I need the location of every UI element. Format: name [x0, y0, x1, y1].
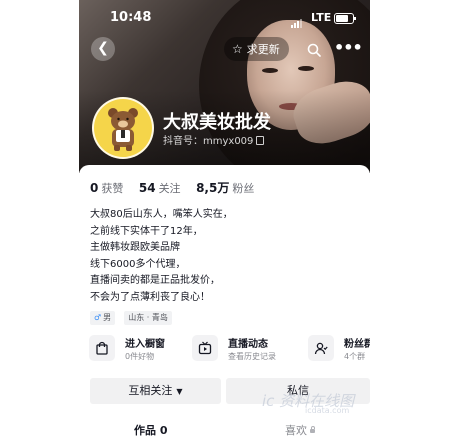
- fans-group-icon: [314, 342, 328, 355]
- male-icon: ♂: [94, 313, 102, 322]
- search-icon: [307, 43, 321, 57]
- more-button[interactable]: •••: [334, 37, 363, 61]
- request-update-button[interactable]: ☆ 求更新: [224, 37, 289, 61]
- stat-followers[interactable]: 8,5万 粉丝: [196, 179, 254, 196]
- bio-line: 大叔80后山东人，嘴笨人实在，: [90, 209, 233, 220]
- stat-likes-value: 0: [90, 181, 99, 195]
- copy-icon[interactable]: [256, 136, 265, 145]
- network-type: LTE: [311, 11, 332, 24]
- fans-group-title: 粉丝群: [344, 339, 370, 350]
- live-feed-title: 直播动态: [228, 339, 268, 350]
- douyin-id[interactable]: 抖音号：mmyx009: [163, 132, 265, 147]
- more-dots-icon: •••: [334, 38, 363, 57]
- location-label: 山东 · 青岛: [128, 313, 168, 322]
- status-bar: 10:48 LTE: [79, 10, 370, 28]
- shop-window-subtitle: 0件好物: [125, 352, 155, 361]
- gender-label: 男: [103, 313, 112, 322]
- stat-followers-label: 粉丝: [232, 182, 255, 195]
- douyin-id-text: 抖音号：mmyx009: [163, 136, 254, 147]
- tab-works[interactable]: 作品 0: [134, 422, 167, 438]
- stat-following[interactable]: 54 关注: [139, 180, 181, 196]
- battery-icon: [334, 13, 356, 24]
- fans-group-subtitle: 4个群: [344, 352, 366, 361]
- lock-icon: [310, 426, 315, 433]
- shopping-bag-icon: [96, 341, 108, 355]
- profile-tags: ♂ 男 山东 · 青岛: [90, 305, 176, 325]
- follow-button[interactable]: 互相关注 ▼: [90, 378, 221, 404]
- request-update-label: 求更新: [246, 43, 280, 56]
- tab-works-label: 作品 0: [134, 424, 168, 437]
- caret-down-icon: ▼: [176, 387, 183, 396]
- signal-icon: [291, 13, 303, 28]
- stat-likes[interactable]: 0 获赞: [90, 180, 123, 196]
- stat-following-label: 关注: [158, 182, 181, 195]
- stats-row: 0 获赞 54 关注 8,5万 粉丝: [90, 179, 266, 196]
- status-time: 10:48: [110, 10, 152, 25]
- content-tabs: 作品 0 喜欢: [79, 422, 370, 441]
- follow-label: 互相关注: [128, 384, 173, 397]
- avatar[interactable]: [92, 97, 154, 159]
- shop-window-title: 进入橱窗: [125, 339, 165, 350]
- bio-line: 之前线下实体干了12年，: [90, 225, 203, 237]
- stat-following-value: 54: [138, 181, 156, 195]
- watermark-sub: icdata.com: [305, 406, 350, 415]
- bio-line: 线下6000多个代理，: [90, 258, 186, 270]
- chevron-left-icon: ❮: [97, 40, 109, 56]
- tab-likes-label: 喜欢: [285, 424, 307, 437]
- live-tv-icon: [198, 341, 212, 355]
- bear-avatar-icon: [108, 108, 138, 151]
- profile-screen: 10:48 LTE ❮ ☆ 求更新 ••• 大叔美妆批发 抖音号：mmyx009…: [79, 0, 370, 441]
- stat-likes-label: 获赞: [101, 182, 124, 195]
- bio-line: 直播间卖的都是正品批发价，: [90, 275, 220, 286]
- location-tag: 山东 · 青岛: [124, 311, 172, 325]
- services-row: 进入橱窗 0件好物 直播动态 查看历史记录 粉丝群 4个群: [89, 333, 370, 367]
- profile-nickname: 大叔美妆批发: [163, 112, 271, 133]
- search-button[interactable]: [302, 37, 326, 61]
- live-feed-subtitle: 查看历史记录: [228, 352, 276, 361]
- bio-line: 主做韩妆跟欧美品牌: [90, 242, 180, 253]
- tab-likes[interactable]: 喜欢: [285, 422, 315, 438]
- back-button[interactable]: ❮: [91, 37, 115, 61]
- bio: 大叔80后山东人，嘴笨人实在， 之前线下实体干了12年， 主做韩妆跟欧美品牌 线…: [90, 207, 233, 306]
- stat-followers-value: 8,5万: [196, 181, 230, 195]
- bell-icon: ☆: [232, 42, 243, 56]
- gender-tag: ♂ 男: [90, 311, 116, 325]
- bio-line: 不会为了点薄利丧了良心！: [90, 291, 210, 303]
